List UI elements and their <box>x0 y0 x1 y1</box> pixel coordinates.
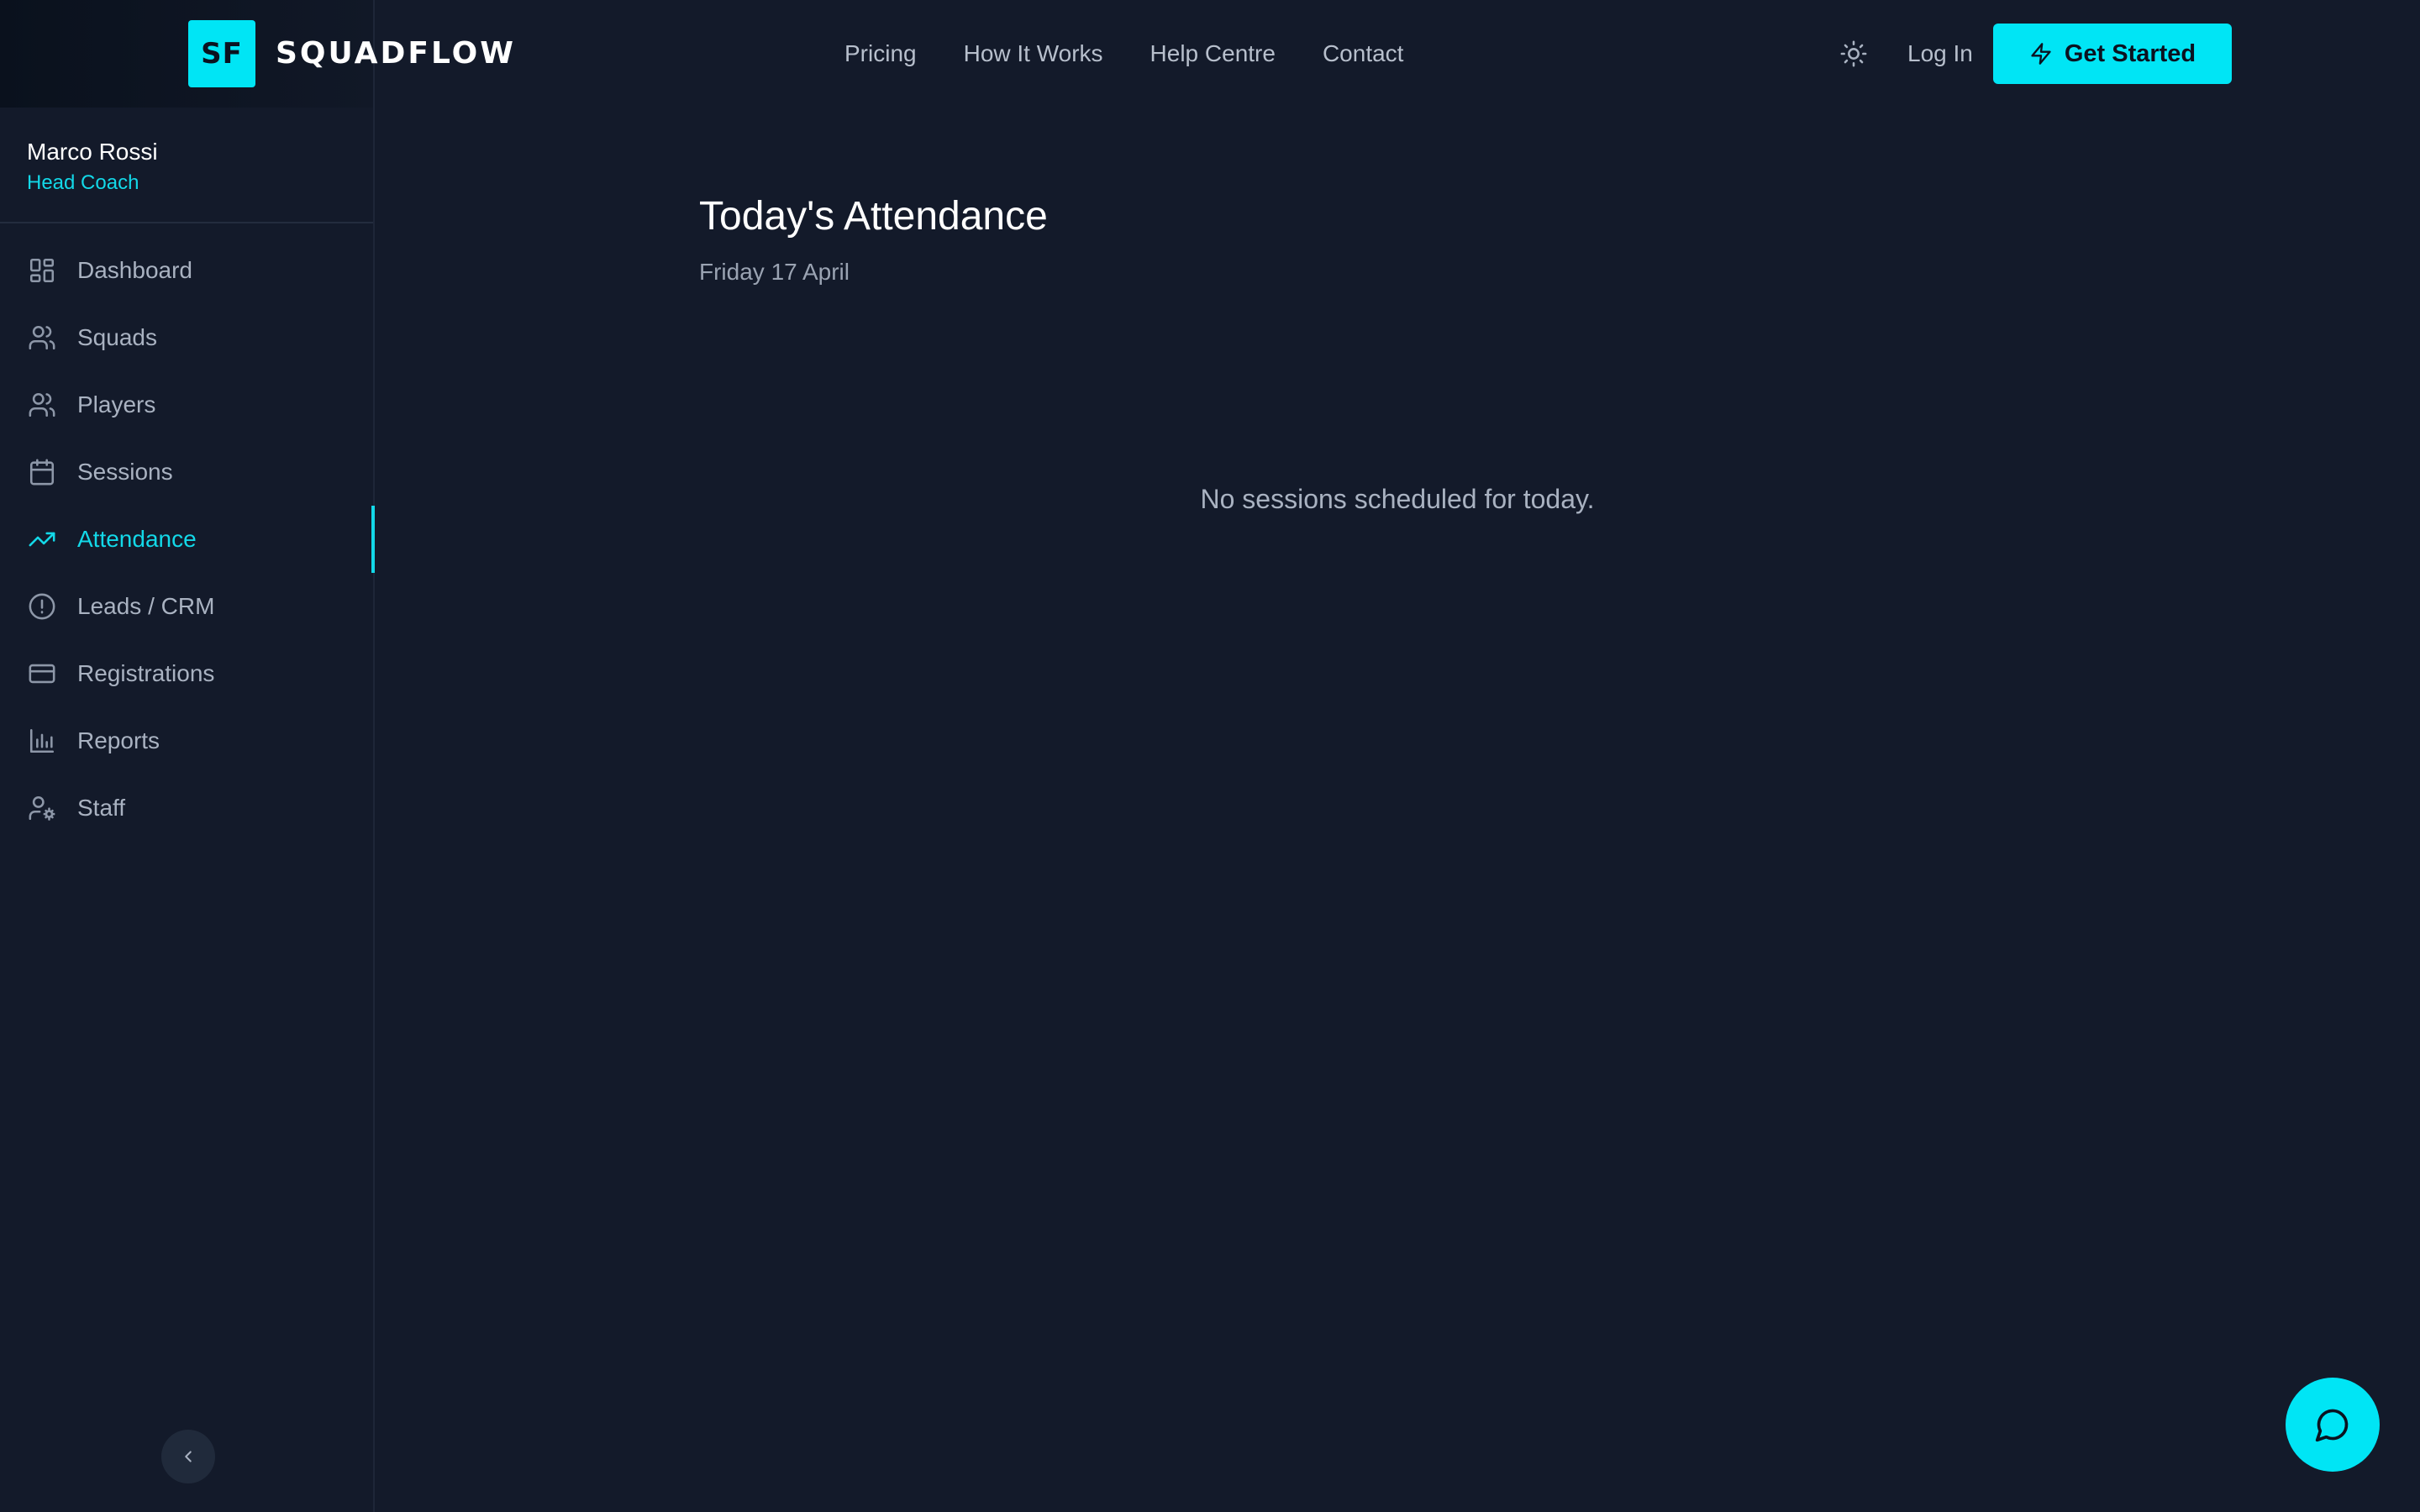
user-role: Head Coach <box>27 171 139 194</box>
users-icon <box>27 323 57 353</box>
sidebar-item-staff[interactable]: Staff <box>0 774 373 842</box>
top-nav: Pricing How It Works Help Centre Contact <box>844 34 1403 74</box>
users-icon <box>27 390 57 420</box>
chat-button[interactable] <box>2286 1378 2380 1472</box>
trending-up-icon <box>27 524 57 554</box>
user-profile: Marco Rossi Head Coach <box>0 108 373 223</box>
top-bar: Pricing How It Works Help Centre Contact… <box>375 0 2420 108</box>
nav-link-pricing[interactable]: Pricing <box>844 34 917 74</box>
sidebar-item-label: Leads / CRM <box>77 593 215 619</box>
empty-state-text: No sessions scheduled for today. <box>1200 484 1595 514</box>
chevron-left-icon <box>179 1447 197 1466</box>
sidebar-item-players[interactable]: Players <box>0 371 373 438</box>
sidebar: SF SQUADFLOW Marco Rossi Head Coach Dash… <box>0 0 513 1512</box>
get-started-label: Get Started <box>2064 39 2196 67</box>
sidebar-nav: Dashboard Squads Players Sessions Attend… <box>0 237 375 842</box>
user-name: Marco Rossi <box>27 139 158 165</box>
sidebar-item-reports[interactable]: Reports <box>0 707 373 774</box>
sidebar-item-squads[interactable]: Squads <box>0 304 373 371</box>
brand-header: SF SQUADFLOW <box>0 0 513 108</box>
sun-icon <box>1839 39 1868 68</box>
credit-card-icon <box>27 659 57 689</box>
sidebar-item-dashboard[interactable]: Dashboard <box>0 237 373 304</box>
nav-link-contact[interactable]: Contact <box>1323 34 1404 74</box>
sidebar-item-label: Attendance <box>77 526 197 552</box>
bar-chart-icon <box>27 726 57 756</box>
sidebar-item-label: Squads <box>77 324 157 350</box>
page-date: Friday 17 April <box>699 259 850 285</box>
sidebar-item-label: Dashboard <box>77 257 192 283</box>
sidebar-item-label: Sessions <box>77 459 173 485</box>
sidebar-item-attendance[interactable]: Attendance <box>0 506 375 573</box>
sidebar-item-label: Staff <box>77 795 126 821</box>
theme-toggle-button[interactable] <box>1837 37 1870 71</box>
dashboard-icon <box>27 255 57 286</box>
nav-link-how-it-works[interactable]: How It Works <box>964 34 1103 74</box>
page-title: Today's Attendance <box>699 194 1048 239</box>
sidebar-collapse-button[interactable] <box>161 1430 215 1483</box>
get-started-button[interactable]: Get Started <box>1993 24 2232 84</box>
calendar-icon <box>27 457 57 487</box>
chat-bubble-icon <box>2314 1406 2351 1443</box>
empty-state-message: No sessions scheduled for today. <box>375 480 2420 517</box>
user-cog-icon <box>27 793 57 823</box>
sidebar-item-leads-crm[interactable]: Leads / CRM <box>0 573 373 640</box>
alert-circle-icon <box>27 591 57 622</box>
brand-logo-badge[interactable]: SF <box>188 20 255 87</box>
sidebar-item-label: Players <box>77 391 156 417</box>
sidebar-item-sessions[interactable]: Sessions <box>0 438 373 506</box>
sidebar-item-registrations[interactable]: Registrations <box>0 640 373 707</box>
sidebar-item-label: Registrations <box>77 660 215 686</box>
zap-icon <box>2029 42 2053 66</box>
nav-link-help-centre[interactable]: Help Centre <box>1150 34 1276 74</box>
login-link[interactable]: Log In <box>1907 34 1973 74</box>
sidebar-item-label: Reports <box>77 727 160 753</box>
